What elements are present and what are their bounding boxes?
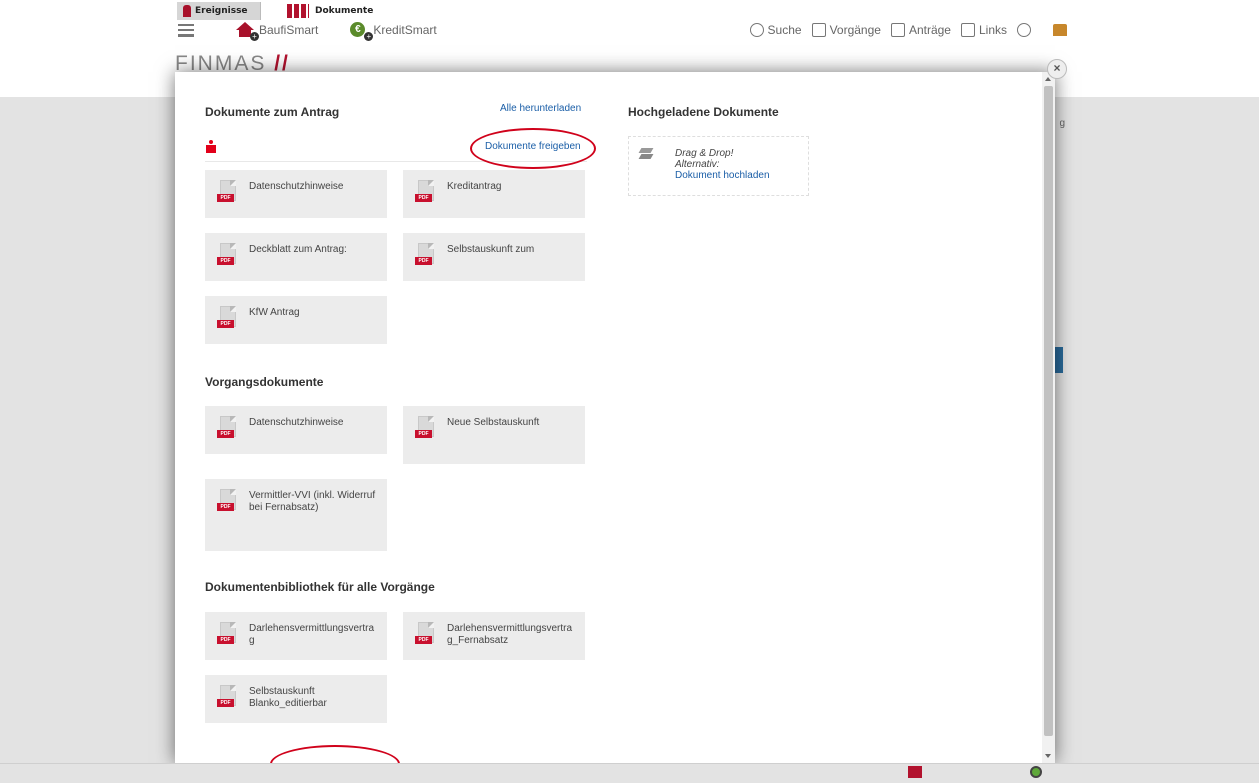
background-text-fragment: g <box>1059 118 1065 129</box>
nav-applications[interactable]: Anträge <box>890 23 951 37</box>
pdf-file-icon: PDF <box>217 685 239 712</box>
nav-search[interactable]: Suche <box>749 23 802 37</box>
tab-events[interactable]: Ereignisse <box>177 2 261 20</box>
download-all-link[interactable]: Alle herunterladen <box>500 103 581 114</box>
pdf-file-icon: PDF <box>217 180 239 207</box>
document-card[interactable]: PDF Selbstauskunft zum <box>403 233 585 281</box>
modal-close-button[interactable]: × <box>1047 59 1067 79</box>
nav-cases-label: Vorgänge <box>829 23 881 37</box>
release-documents-link[interactable]: Dokumente freigeben <box>485 141 581 152</box>
drag-drop-text: Drag & Drop! <box>675 148 734 159</box>
document-label: KfW Antrag <box>249 307 300 318</box>
status-ok-icon[interactable] <box>1030 766 1042 778</box>
search-icon <box>749 23 764 37</box>
document-label: Kreditantrag <box>447 181 502 192</box>
pdf-file-icon: PDF <box>415 243 437 270</box>
brand-baufismart[interactable]: + BaufiSmart <box>236 22 319 41</box>
section-title-uploaded: Hochgeladene Dokumente <box>628 105 779 119</box>
books-icon <box>287 4 309 18</box>
external-link-icon <box>960 23 975 37</box>
document-label: Vermittler-VVI (inkl. Widerruf bei Ferna… <box>249 490 376 513</box>
upload-document-link[interactable]: Dokument hochladen <box>675 170 770 181</box>
nav-cases[interactable]: Vorgänge <box>811 23 881 37</box>
document-label: Darlehensvermittlungsvertrag_Fernabsatz <box>447 623 573 646</box>
document-label: Darlehensvermittlungsvertrag <box>249 623 375 646</box>
right-navigation: Suche Vorgänge Anträge Links <box>740 12 1067 48</box>
scroll-up-icon[interactable] <box>1045 77 1051 81</box>
document-card[interactable]: PDF Darlehensvermittlungsvertrag_Fernabs… <box>403 612 585 660</box>
sparkasse-logo-icon <box>206 140 216 153</box>
nav-search-label: Suche <box>767 23 802 37</box>
tab-events-label: Ereignisse <box>195 6 248 16</box>
document-label: Selbstauskunft Blanko_editierbar <box>249 686 327 709</box>
image-icon[interactable] <box>908 766 922 778</box>
document-label: Selbstauskunft zum <box>447 244 535 255</box>
document-card[interactable]: PDF Datenschutzhinweise <box>205 170 387 218</box>
scroll-thumb[interactable] <box>1044 86 1053 736</box>
user-avatar[interactable] <box>1053 24 1067 36</box>
gear-icon <box>1017 23 1031 37</box>
nav-applications-label: Anträge <box>908 23 951 37</box>
section-title-library: Dokumentenbibliothek für alle Vorgänge <box>205 580 435 594</box>
section-title-application: Dokumente zum Antrag <box>205 105 340 119</box>
section-title-case: Vorgangsdokumente <box>205 375 324 389</box>
brand-kreditsmart-label: KreditSmart <box>373 23 437 37</box>
settings-button[interactable] <box>1017 23 1035 37</box>
pdf-file-icon: PDF <box>415 180 437 207</box>
background-blue-button <box>1055 347 1063 373</box>
pdf-file-icon: PDF <box>217 489 239 516</box>
clipboard-icon <box>890 23 905 37</box>
document-card[interactable]: PDF Deckblatt zum Antrag: <box>205 233 387 281</box>
document-card[interactable]: PDF Neue Selbstauskunft <box>403 406 585 464</box>
modal-scrollbar[interactable] <box>1042 72 1055 763</box>
document-card[interactable]: PDF Datenschutzhinweise <box>205 406 387 454</box>
document-label: Datenschutzhinweise <box>249 181 344 192</box>
document-label: Deckblatt zum Antrag: <box>249 244 347 255</box>
bell-icon <box>183 5 191 17</box>
scroll-down-icon[interactable] <box>1045 754 1051 758</box>
hamburger-menu-icon[interactable] <box>178 23 194 37</box>
document-card[interactable]: PDF KfW Antrag <box>205 296 387 344</box>
document-label: Datenschutzhinweise <box>249 417 344 428</box>
alternative-text: Alternativ: <box>675 159 720 170</box>
tab-documents-label: Dokumente <box>315 6 374 16</box>
pdf-file-icon: PDF <box>415 416 437 443</box>
nav-links[interactable]: Links <box>960 23 1007 37</box>
list-icon <box>811 23 826 37</box>
pdf-file-icon: PDF <box>415 622 437 649</box>
section-divider <box>205 161 587 162</box>
tab-documents[interactable]: Dokumente <box>283 2 379 20</box>
pdf-file-icon: PDF <box>217 416 239 443</box>
euro-coin-icon: € + <box>350 22 374 41</box>
document-card[interactable]: PDF Vermittler-VVI (inkl. Widerruf bei F… <box>205 479 387 551</box>
document-card[interactable]: PDF Kreditantrag <box>403 170 585 218</box>
upload-text: Drag & Drop! Alternativ: Dokument hochla… <box>675 148 770 181</box>
house-icon: + <box>236 22 259 41</box>
brand-baufismart-label: BaufiSmart <box>259 23 319 37</box>
bottom-status-bar <box>0 763 1259 783</box>
document-label: Neue Selbstauskunft <box>447 417 540 428</box>
pdf-file-icon: PDF <box>217 243 239 270</box>
layers-icon <box>638 148 654 160</box>
pdf-file-icon: PDF <box>217 306 239 333</box>
nav-links-label: Links <box>978 23 1007 37</box>
brand-kreditsmart[interactable]: € + KreditSmart <box>350 22 437 41</box>
pdf-file-icon: PDF <box>217 622 239 649</box>
document-card[interactable]: PDF Darlehensvermittlungsvertrag <box>205 612 387 660</box>
document-card[interactable]: PDF Selbstauskunft Blanko_editierbar <box>205 675 387 723</box>
